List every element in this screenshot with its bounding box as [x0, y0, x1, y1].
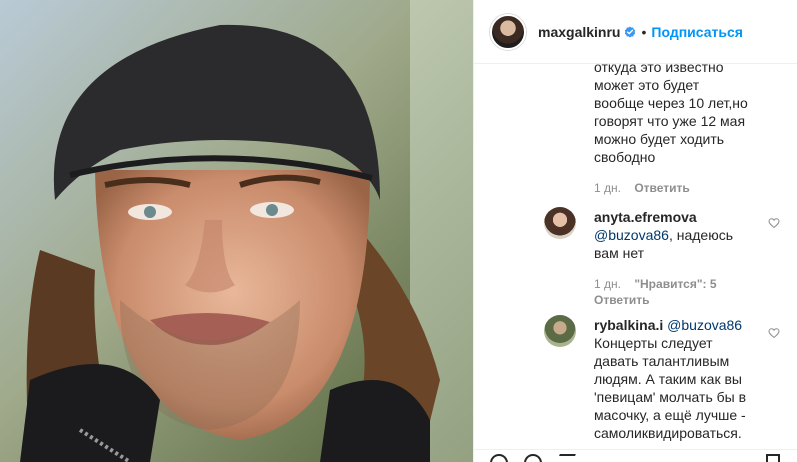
reply-button[interactable]: Ответить: [634, 181, 689, 195]
heart-outline-icon[interactable]: [768, 216, 780, 229]
comment-line: говорят что уже 12 мая: [594, 113, 746, 129]
comment-line: самоликвидироваться.: [594, 425, 742, 441]
comment-time[interactable]: 1 дн.: [594, 277, 621, 291]
commenter-avatar[interactable]: [544, 207, 576, 239]
likes-count[interactable]: "Нравится": 5: [634, 277, 716, 291]
author-username[interactable]: maxgalkinru: [538, 24, 620, 40]
heart-outline-icon[interactable]: [768, 326, 780, 339]
commenter-username[interactable]: rybalkina.i: [594, 317, 663, 333]
comment-line: людям. А таким как вы: [594, 371, 742, 387]
mention-link[interactable]: @buzova86: [594, 227, 669, 243]
comment-line: вам нет: [594, 245, 645, 261]
commenter-avatar[interactable]: [544, 315, 576, 347]
comment-line: свободно: [594, 149, 656, 165]
save-icon[interactable]: [766, 454, 780, 462]
commenter-username[interactable]: anyta.efremova: [594, 209, 697, 225]
portrait-image: [0, 0, 473, 462]
reply-button[interactable]: Ответить: [594, 293, 649, 307]
post-photo[interactable]: [0, 0, 473, 462]
comment-body: anyta.efremova: [594, 208, 764, 226]
comment-time[interactable]: 1 дн.: [594, 181, 621, 195]
like-icon[interactable]: [490, 454, 508, 462]
comment-line: rybalkina.i @buzova86: [594, 316, 766, 334]
comment-line: @buzova86, надеюсь: [594, 226, 764, 244]
comment-line: можно будет ходить: [594, 131, 725, 147]
comment-text: , надеюсь: [668, 227, 733, 243]
comment-line: откуда это известно: [594, 64, 724, 75]
header-separator: •: [641, 23, 647, 40]
comment-actions: Ответить: [594, 292, 649, 308]
actions-bar: [474, 449, 797, 462]
post-side-panel: maxgalkinru • Подписаться откуда это изв…: [473, 0, 797, 462]
comment-meta: 1 дн. Ответить: [594, 180, 690, 196]
comment-line: 'певицам' молчать бы в: [594, 389, 747, 405]
comment-line: Концерты следует: [594, 335, 713, 351]
share-icon[interactable]: [556, 454, 576, 462]
post-header: maxgalkinru • Подписаться: [474, 0, 797, 64]
verified-badge-icon: [624, 26, 636, 38]
mention-link[interactable]: @buzova86: [667, 317, 742, 333]
comment-line: давать талантливым: [594, 353, 730, 369]
follow-button[interactable]: Подписаться: [651, 24, 743, 40]
comment-icon[interactable]: [524, 454, 542, 462]
author-avatar[interactable]: [490, 13, 526, 50]
comment-meta: 1 дн. "Нравится": 5: [594, 276, 717, 292]
comments-list[interactable]: откуда это известно может это будет вооб…: [474, 64, 797, 462]
comment-line: масочку, а ещё лучше -: [594, 407, 746, 423]
comment-line: вообще через 10 лет,но: [594, 95, 748, 111]
comment-line: может это будет: [594, 77, 700, 93]
